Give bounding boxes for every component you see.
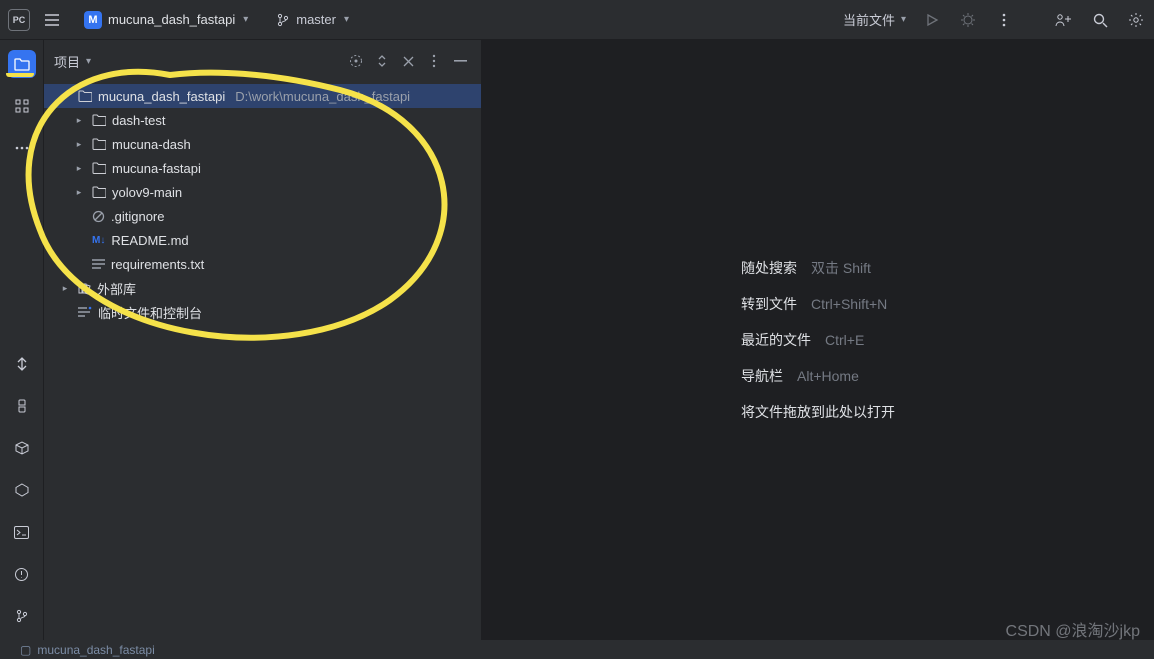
folder-icon xyxy=(92,186,106,198)
run-config-selector[interactable]: 当前文件 ▾ xyxy=(837,6,912,33)
debug-button[interactable] xyxy=(958,10,978,30)
tree-item-label: dash-test xyxy=(112,113,165,128)
panel-options-button[interactable] xyxy=(423,50,445,72)
folder-icon xyxy=(78,90,92,102)
status-bar: ▢ mucuna_dash_fastapi xyxy=(0,640,155,659)
git-tool-button[interactable] xyxy=(8,350,36,378)
tree-external-libs[interactable]: ▸ 外部库 xyxy=(44,276,481,300)
problems-tool-button[interactable] xyxy=(8,560,36,588)
titlebar: PC M mucuna_dash_fastapi ▾ master ▾ 当前文件… xyxy=(0,0,1154,40)
chevron-down-icon: ▾ xyxy=(86,56,91,67)
tree-item-label: mucuna-dash xyxy=(112,137,191,152)
tree-folder[interactable]: ▸ yolov9-main xyxy=(44,180,481,204)
markdown-file-icon: M↓ xyxy=(92,235,105,246)
more-tools-button[interactable] xyxy=(8,134,36,162)
select-opened-file-button[interactable] xyxy=(345,50,367,72)
vcs-branch-selector[interactable]: master ▾ xyxy=(270,8,355,31)
terminal-tool-button[interactable] xyxy=(8,518,36,546)
tree-scratches[interactable]: 临时文件和控制台 xyxy=(44,300,481,324)
tree-file[interactable]: M↓ README.md xyxy=(44,228,481,252)
hint-search-everywhere: 随处搜索双击 Shift xyxy=(741,250,895,286)
project-tool-window: 项目 ▾ ▾ mucuna_dash_fastapi D:\work\mucun… xyxy=(44,40,482,640)
tree-file[interactable]: .gitignore xyxy=(44,204,481,228)
main-menu-button[interactable] xyxy=(38,6,66,34)
chevron-right-icon[interactable]: ▸ xyxy=(72,163,86,174)
hint-goto-file: 转到文件Ctrl+Shift+N xyxy=(741,286,895,322)
hint-nav-bar: 导航栏Alt+Home xyxy=(741,358,895,394)
hint-drop-files: 将文件拖放到此处以打开 xyxy=(741,394,895,430)
tree-root-name: mucuna_dash_fastapi xyxy=(98,89,225,104)
watermark: CSDN @浪淘沙jkp xyxy=(1006,617,1140,641)
app-logo: PC xyxy=(8,9,30,31)
chevron-down-icon: ▾ xyxy=(344,14,349,25)
text-file-icon xyxy=(92,259,105,270)
python-console-button[interactable] xyxy=(8,392,36,420)
tree-root-path: D:\work\mucuna_dash_fastapi xyxy=(235,89,410,104)
tree-item-label: requirements.txt xyxy=(111,257,204,272)
folder-icon xyxy=(92,162,106,174)
module-badge-icon: M xyxy=(84,11,102,29)
hint-recent-files: 最近的文件Ctrl+E xyxy=(741,322,895,358)
chevron-right-icon[interactable]: ▸ xyxy=(72,139,86,150)
code-with-me-button[interactable] xyxy=(1054,10,1074,30)
project-view-selector[interactable]: 项目 ▾ xyxy=(54,52,91,71)
project-selector[interactable]: M mucuna_dash_fastapi ▾ xyxy=(76,7,256,33)
tree-item-label: README.md xyxy=(111,233,188,248)
tree-folder[interactable]: ▸ mucuna-fastapi xyxy=(44,156,481,180)
expand-collapse-button[interactable] xyxy=(371,50,393,72)
scratch-icon xyxy=(78,306,92,318)
chevron-down-icon: ▾ xyxy=(901,14,906,25)
branch-icon xyxy=(276,13,290,27)
settings-button[interactable] xyxy=(1126,10,1146,30)
services-tool-button[interactable] xyxy=(8,476,36,504)
project-tool-header: 项目 ▾ xyxy=(44,46,481,76)
tree-file[interactable]: requirements.txt xyxy=(44,252,481,276)
more-actions-button[interactable] xyxy=(994,10,1014,30)
hide-panel-button[interactable] xyxy=(449,50,471,72)
branch-name: master xyxy=(296,12,336,27)
run-config-label: 当前文件 xyxy=(843,10,895,29)
editor-empty-state: 随处搜索双击 Shift 转到文件Ctrl+Shift+N 最近的文件Ctrl+… xyxy=(482,40,1154,640)
run-button[interactable] xyxy=(922,10,942,30)
ignore-file-icon xyxy=(92,210,105,223)
python-packages-button[interactable] xyxy=(8,434,36,462)
project-tree[interactable]: ▾ mucuna_dash_fastapi D:\work\mucuna_das… xyxy=(44,76,481,324)
vcs-tool-button[interactable] xyxy=(8,602,36,630)
close-panel-button[interactable] xyxy=(397,50,419,72)
library-icon xyxy=(78,282,91,295)
chevron-right-icon[interactable]: ▸ xyxy=(72,187,86,198)
tool-window-stripe xyxy=(0,40,44,640)
tree-folder[interactable]: ▸ dash-test xyxy=(44,108,481,132)
tree-item-label: mucuna-fastapi xyxy=(112,161,201,176)
folder-icon xyxy=(92,114,106,126)
tree-root[interactable]: ▾ mucuna_dash_fastapi D:\work\mucuna_das… xyxy=(44,84,481,108)
chevron-down-icon[interactable]: ▾ xyxy=(58,91,72,102)
search-everywhere-button[interactable] xyxy=(1090,10,1110,30)
breadcrumb-icon: ▢ xyxy=(20,643,31,657)
status-breadcrumb[interactable]: mucuna_dash_fastapi xyxy=(37,643,154,657)
chevron-down-icon: ▾ xyxy=(243,14,248,25)
tree-item-label: yolov9-main xyxy=(112,185,182,200)
tree-item-label: .gitignore xyxy=(111,209,164,224)
folder-icon xyxy=(92,138,106,150)
tree-folder[interactable]: ▸ mucuna-dash xyxy=(44,132,481,156)
structure-tool-button[interactable] xyxy=(8,92,36,120)
project-name: mucuna_dash_fastapi xyxy=(108,12,235,27)
project-tool-button[interactable] xyxy=(8,50,36,78)
chevron-right-icon[interactable]: ▸ xyxy=(72,115,86,126)
project-view-label: 项目 xyxy=(54,52,80,71)
chevron-right-icon[interactable]: ▸ xyxy=(58,283,72,294)
tree-item-label: 外部库 xyxy=(97,279,136,298)
tree-item-label: 临时文件和控制台 xyxy=(98,303,202,322)
